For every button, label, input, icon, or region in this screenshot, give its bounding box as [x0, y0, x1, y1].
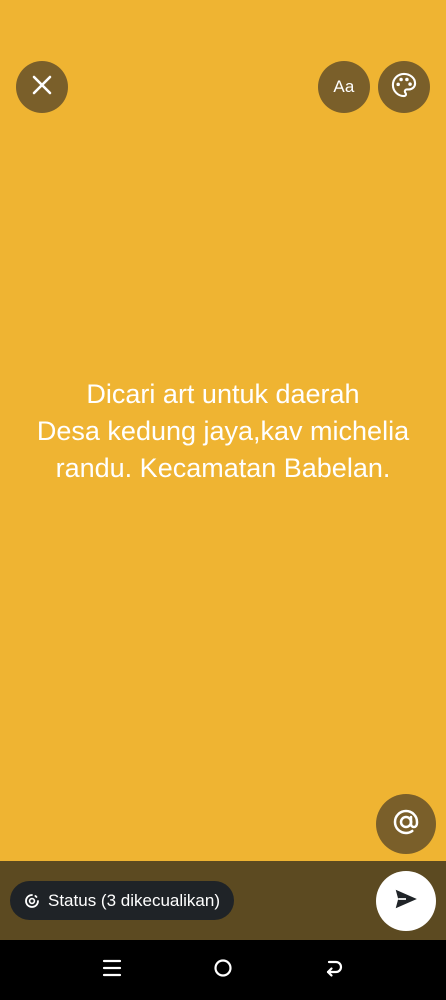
recents-button[interactable]: [92, 954, 132, 986]
status-privacy-icon: [22, 891, 42, 911]
back-icon: [323, 957, 345, 984]
close-icon: [31, 74, 53, 101]
mention-button[interactable]: [376, 794, 436, 854]
home-icon: [212, 957, 234, 984]
system-navigation-bar: [0, 940, 446, 1000]
status-text[interactable]: Dicari art untuk daerah Desa kedung jaya…: [0, 376, 446, 487]
status-privacy-button[interactable]: Status (3 dikecualikan): [10, 881, 234, 920]
status-editor-canvas[interactable]: Aa Dicari art untuk daerah Desa kedung j…: [0, 0, 446, 861]
home-button[interactable]: [203, 954, 243, 986]
font-style-label: Aa: [333, 77, 355, 96]
at-sign-icon: [391, 807, 421, 842]
close-button[interactable]: [16, 61, 68, 113]
send-icon: [393, 886, 419, 917]
background-color-button[interactable]: [378, 61, 430, 113]
status-privacy-label: Status (3 dikecualikan): [48, 890, 220, 910]
status-bottom-bar: Status (3 dikecualikan): [0, 861, 446, 940]
back-button[interactable]: [314, 954, 354, 986]
font-style-button[interactable]: Aa: [318, 61, 370, 113]
send-button[interactable]: [376, 871, 436, 931]
recents-icon: [101, 958, 123, 983]
palette-icon: [390, 71, 418, 104]
